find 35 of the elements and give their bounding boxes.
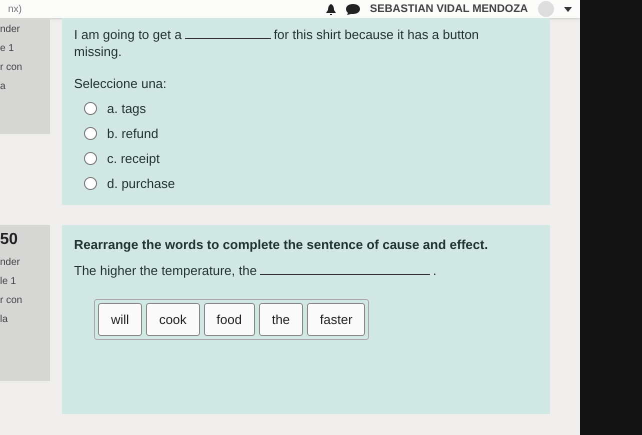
question-number: 50: [0, 231, 19, 249]
question-info-text: la: [0, 314, 9, 325]
bell-icon[interactable]: [326, 4, 336, 14]
question-instruction: Rearrange the words to complete the sentence of cause and effect.: [74, 237, 489, 252]
option-label: c. receipt: [107, 151, 160, 166]
radio-button[interactable]: [84, 177, 97, 190]
word-tile[interactable]: will: [98, 303, 142, 336]
radio-button[interactable]: [84, 127, 97, 140]
word-tile[interactable]: the: [258, 303, 303, 336]
select-prompt: Seleccione una:: [74, 76, 168, 91]
question-info-text: a: [0, 81, 7, 92]
question-info-text: r con: [0, 62, 24, 73]
question-info-text: e 1: [0, 43, 15, 54]
question-text: I am going to get a for this shirt because it has a button missing.: [74, 26, 480, 60]
question-text: The higher the temperature, the .: [74, 262, 438, 279]
question-info-text: nder: [0, 24, 22, 35]
option-label: d. purchase: [107, 176, 175, 191]
option-label: b. refund: [107, 126, 158, 141]
word-tile[interactable]: faster: [306, 303, 366, 336]
answer-option[interactable]: b. refund: [84, 126, 538, 141]
option-label: a. tags: [107, 101, 146, 116]
answer-option[interactable]: d. purchase: [84, 176, 538, 191]
user-name[interactable]: SEBASTIAN VIDAL MENDOZA: [370, 3, 528, 15]
top-bar-text: nx): [8, 4, 22, 14]
answer-option[interactable]: a. tags: [84, 101, 538, 116]
caret-icon[interactable]: [564, 6, 572, 12]
question-info-text: le 1: [0, 276, 18, 287]
word-tile[interactable]: cook: [146, 303, 200, 336]
chat-icon[interactable]: [346, 4, 360, 14]
radio-button[interactable]: [84, 102, 97, 115]
radio-button[interactable]: [84, 152, 97, 165]
answer-option[interactable]: c. receipt: [84, 151, 538, 166]
question-info-text: r con: [0, 295, 24, 306]
word-tile[interactable]: food: [204, 303, 255, 336]
question-info-text: nder: [0, 257, 22, 268]
